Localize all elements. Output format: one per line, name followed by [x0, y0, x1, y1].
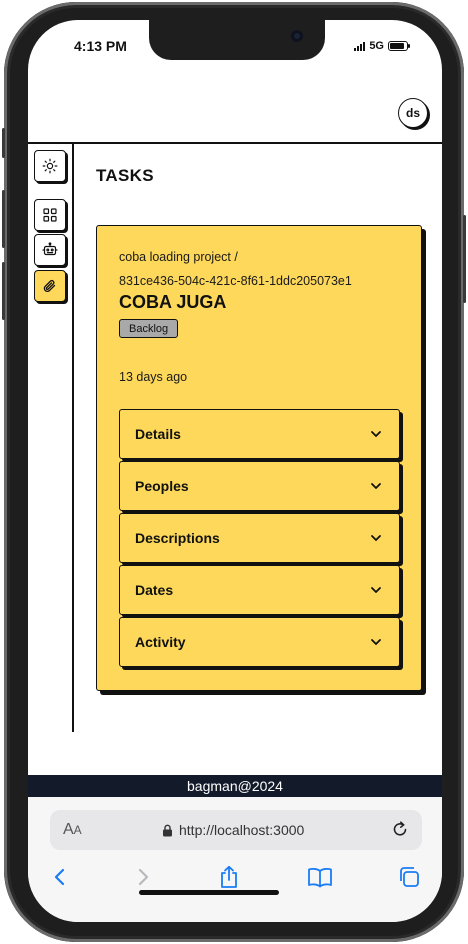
tabs-button[interactable]	[395, 863, 423, 891]
share-button[interactable]	[215, 863, 243, 891]
home-indicator	[139, 890, 279, 895]
bookmarks-button[interactable]	[306, 863, 334, 891]
dashboard-grid-icon	[43, 208, 57, 222]
book-icon	[308, 867, 332, 888]
dynamic-island	[149, 20, 325, 60]
sun-icon	[42, 158, 58, 174]
camera-icon	[291, 30, 303, 42]
url-text: http://localhost:3000	[179, 822, 305, 838]
sidebar-item-dashboard[interactable]	[34, 199, 66, 231]
user-avatar[interactable]: ds	[398, 98, 428, 128]
accordion-dates[interactable]: Dates	[119, 565, 400, 615]
sidebar-item-tasks[interactable]	[34, 270, 66, 302]
accordion-label: Activity	[135, 634, 186, 650]
sidebar-divider	[72, 144, 74, 732]
page-title: TASKS	[96, 166, 154, 185]
status-time: 4:13 PM	[74, 38, 127, 54]
reload-button[interactable]	[390, 819, 410, 844]
reload-icon	[393, 821, 407, 836]
battery-level	[390, 43, 405, 49]
action-button	[2, 128, 5, 158]
volume-up-button	[2, 190, 5, 248]
share-icon	[221, 865, 237, 888]
breadcrumb-project[interactable]: coba loading project	[119, 250, 231, 264]
accordion-label: Details	[135, 426, 181, 442]
tabs-icon	[400, 867, 419, 887]
accordion-activity[interactable]: Activity	[119, 617, 400, 667]
accordion-label: Dates	[135, 582, 174, 598]
status-indicators: 5G	[354, 40, 410, 52]
app-footer: bagman@2024	[28, 775, 442, 797]
accordion-peoples[interactable]: Peoples	[119, 461, 400, 511]
chevron-left-icon	[54, 868, 65, 886]
paperclip-icon	[43, 279, 56, 293]
volume-down-button	[2, 262, 5, 320]
text-size-button[interactable]: AA	[63, 821, 82, 839]
chevron-right-icon	[138, 868, 149, 886]
theme-toggle-button[interactable]	[34, 150, 66, 182]
screen: 4:13 PM 5G ds TASKS coba loading project…	[28, 20, 442, 922]
back-button[interactable]	[46, 863, 74, 891]
chevron-down-icon	[371, 431, 381, 437]
chevron-down-icon	[371, 483, 381, 489]
chevron-down-icon	[371, 535, 381, 541]
url-display[interactable]: http://localhost:3000	[162, 822, 304, 838]
network-type: 5G	[369, 40, 384, 52]
task-title: COBA JUGA	[119, 292, 227, 312]
browser-toolbar: AA http://localhost:3000	[28, 797, 442, 922]
robot-icon	[42, 242, 58, 256]
address-bar[interactable]: AA http://localhost:3000	[50, 810, 422, 850]
signal-icon	[354, 41, 366, 51]
accordion-label: Descriptions	[135, 530, 220, 546]
chevron-down-icon	[371, 639, 381, 645]
forward-button[interactable]	[129, 863, 157, 891]
updated-time: 13 days ago	[119, 370, 188, 384]
status-badge: Backlog	[119, 319, 179, 338]
lock-icon	[163, 824, 172, 836]
task-card: coba loading project / 831ce436-504c-421…	[96, 225, 422, 691]
breadcrumb-separator: /	[234, 250, 238, 264]
accordion-label: Peoples	[135, 478, 189, 494]
header-divider	[28, 142, 442, 144]
battery-icon	[388, 41, 410, 51]
accordion-details[interactable]: Details	[119, 409, 400, 459]
chevron-down-icon	[371, 587, 381, 593]
sidebar-item-bots[interactable]	[34, 234, 66, 266]
power-button	[463, 215, 466, 303]
task-id: 831ce436-504c-421c-8f61-1ddc205073e1	[119, 274, 352, 288]
accordion-descriptions[interactable]: Descriptions	[119, 513, 400, 563]
breadcrumb: coba loading project /	[119, 250, 238, 264]
